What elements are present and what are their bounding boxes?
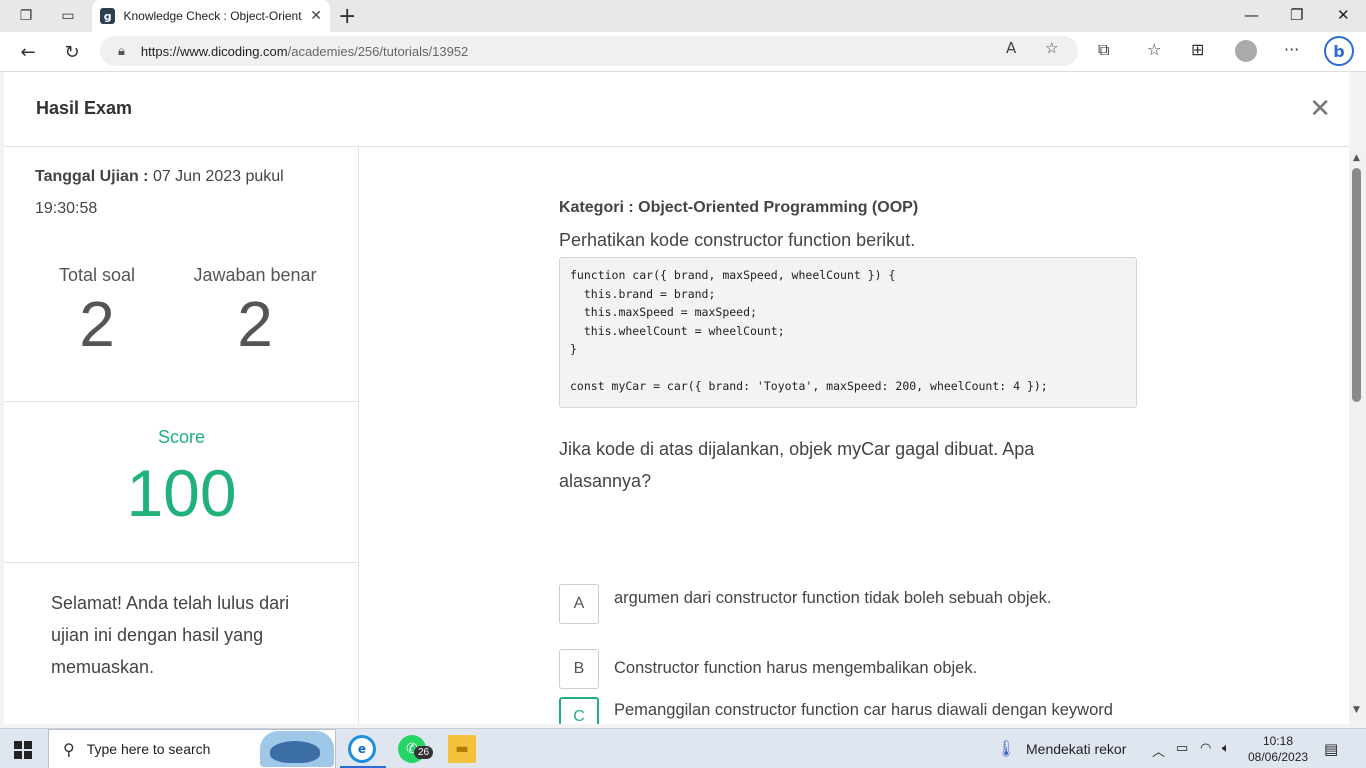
- correct-answers-value: 2: [237, 288, 273, 360]
- code-line: }: [570, 342, 577, 356]
- collections-icon[interactable]: ⊞: [1191, 40, 1204, 59]
- wifi-icon[interactable]: ◠: [1200, 741, 1211, 756]
- option-letter-correct[interactable]: C: [559, 697, 599, 724]
- exam-date: Tanggal Ujian : 07 Jun 2023 pukul 19:30:…: [35, 161, 325, 225]
- exam-stats: Total soal 2 Jawaban benar 2: [4, 265, 359, 405]
- scroll-thumb[interactable]: [1352, 168, 1361, 402]
- search-highlight-image[interactable]: [260, 731, 334, 767]
- correct-answers-label: Jawaban benar: [193, 265, 317, 285]
- divider: [4, 401, 359, 402]
- address-toolbar: ← ↻ 🔒︎ https://www.dicoding.com/academie…: [0, 32, 1366, 72]
- total-questions-label: Total soal: [58, 265, 136, 285]
- extensions-icon[interactable]: ⧉: [1098, 40, 1109, 60]
- favorite-star-icon[interactable]: ☆: [1045, 39, 1058, 57]
- restore-icon[interactable]: ❐: [1290, 6, 1303, 24]
- taskbar: ⚲ Type here to search e ✆ 26 ▬ 🌡︎ Mendek…: [0, 728, 1366, 768]
- code-line: this.brand = brand;: [570, 286, 716, 301]
- exam-result-modal: Hasil Exam ✕ Tanggal Ujian : 07 Jun 2023…: [4, 72, 1349, 724]
- tab-actions-icon[interactable]: ▭: [58, 6, 78, 26]
- weather-thermometer-icon[interactable]: 🌡︎: [996, 739, 1016, 758]
- dicoding-favicon-icon: g: [100, 8, 116, 24]
- windows-start-icon[interactable]: [14, 741, 32, 759]
- modal-header: Hasil Exam ✕: [4, 72, 1349, 147]
- more-menu-icon[interactable]: ···: [1284, 40, 1299, 59]
- question-intro: Perhatikan kode constructor function ber…: [559, 230, 916, 250]
- tab-title: Knowledge Check : Object-Oriented Progra…: [123, 9, 302, 23]
- scroll-down-icon[interactable]: ▼: [1353, 705, 1360, 715]
- search-placeholder: Type here to search: [86, 741, 211, 757]
- notification-icon[interactable]: ▤: [1324, 740, 1338, 758]
- page-scrollbar[interactable]: ▲ ▼: [1349, 150, 1366, 720]
- score-value: 100: [126, 456, 237, 530]
- code-line: this.maxSpeed = maxSpeed;: [570, 305, 757, 319]
- code-block: function car({ brand, maxSpeed, wheelCou…: [559, 257, 1137, 408]
- question-category: Kategori : Object-Oriented Programming (…: [559, 199, 919, 216]
- question-text: Jika kode di atas dijalankan, objek myCa…: [559, 439, 1035, 491]
- correct-answers: Jawaban benar 2: [170, 265, 340, 356]
- search-icon: ⚲: [63, 739, 75, 759]
- window-close-icon[interactable]: ✕: [1337, 6, 1350, 24]
- address-bar[interactable]: 🔒︎ https://www.dicoding.com/academies/25…: [100, 36, 1078, 66]
- edge-icon[interactable]: e: [348, 735, 376, 763]
- refresh-icon[interactable]: ↻: [60, 40, 84, 64]
- score-label: Score: [157, 427, 206, 447]
- result-summary-panel: Tanggal Ujian : 07 Jun 2023 pukul 19:30:…: [4, 147, 359, 724]
- option-text: Pemanggilan constructor function car har…: [614, 701, 1113, 719]
- option-letter[interactable]: B: [559, 649, 599, 689]
- congrats-message: Selamat! Anda telah lulus dari ujian ini…: [51, 593, 290, 677]
- chevron-up-icon[interactable]: ︿: [1152, 741, 1165, 760]
- tab-close-icon[interactable]: ✕: [310, 8, 322, 24]
- minimize-icon[interactable]: —: [1244, 6, 1259, 24]
- lock-icon[interactable]: 🔒︎: [118, 44, 125, 59]
- total-questions: Total soal 2: [12, 265, 182, 356]
- code-line: function car({ brand, maxSpeed, wheelCou…: [570, 268, 896, 282]
- workspaces-icon[interactable]: ❐: [16, 6, 36, 26]
- total-questions-value: 2: [79, 288, 115, 360]
- profile-avatar[interactable]: [1235, 40, 1257, 62]
- url-text[interactable]: https://www.dicoding.com/academies/256/t…: [141, 44, 468, 59]
- exam-date-label: Tanggal Ujian :: [35, 168, 149, 185]
- question-review-panel: Kategori : Object-Oriented Programming (…: [360, 147, 1349, 724]
- option-letter[interactable]: A: [559, 584, 599, 624]
- clock-date: 08/06/2023: [1248, 750, 1309, 764]
- code-line: const myCar = car({ brand: 'Toyota', max…: [570, 379, 1048, 393]
- volume-icon[interactable]: 🔈︎: [1222, 741, 1230, 756]
- favorites-icon[interactable]: ☆: [1147, 40, 1161, 59]
- option-text: argumen dari constructor function tidak …: [614, 589, 1052, 607]
- scroll-up-icon[interactable]: ▲: [1353, 153, 1360, 163]
- code-line: this.wheelCount = wheelCount;: [570, 323, 785, 338]
- file-explorer-icon[interactable]: ▬: [448, 735, 476, 763]
- bing-copilot-icon[interactable]: b: [1324, 36, 1354, 66]
- option-text: Constructor function harus mengembalikan…: [614, 659, 978, 677]
- battery-icon[interactable]: ▭: [1176, 741, 1188, 756]
- score: Score 100: [4, 427, 359, 526]
- new-tab-icon[interactable]: +: [338, 4, 356, 29]
- back-icon[interactable]: ←: [16, 40, 40, 64]
- system-clock[interactable]: 10:18 08/06/2023: [1248, 733, 1308, 765]
- whatsapp-badge: 26: [414, 746, 434, 759]
- modal-title: Hasil Exam: [36, 98, 133, 118]
- divider: [4, 562, 359, 563]
- tab-strip: ❐ ▭ g Knowledge Check : Object-Oriented …: [0, 0, 1366, 32]
- clock-time: 10:18: [1262, 734, 1294, 748]
- modal-close-icon[interactable]: ✕: [1309, 94, 1331, 124]
- weather-text[interactable]: Mendekati rekor: [1026, 741, 1126, 757]
- browser-tab[interactable]: g Knowledge Check : Object-Oriented Prog…: [92, 0, 330, 32]
- read-aloud-icon[interactable]: A: [1006, 39, 1016, 57]
